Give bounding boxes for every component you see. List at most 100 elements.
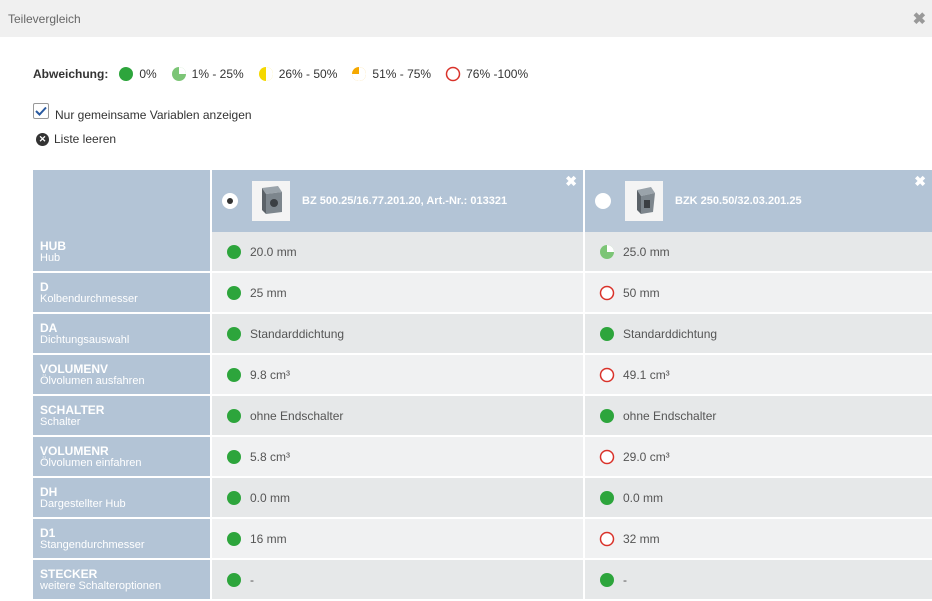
clear-icon: ✕ bbox=[36, 132, 49, 146]
variable-description: Dargestellter Hub bbox=[40, 497, 126, 510]
legend-item-label: 0% bbox=[139, 67, 157, 81]
value-cell: 16 mm bbox=[211, 518, 585, 560]
value-text: 49.1 cm³ bbox=[623, 367, 670, 382]
legend-item: 0% bbox=[118, 66, 157, 82]
variable-label-cell: D1 Stangendurchmesser bbox=[33, 518, 212, 560]
product-thumbnail bbox=[625, 181, 663, 221]
value-text: 25 mm bbox=[250, 285, 287, 300]
variable-description: Schalter bbox=[40, 415, 81, 428]
status-full-icon bbox=[227, 490, 241, 505]
status-full-icon bbox=[227, 449, 241, 464]
status-full-icon bbox=[227, 531, 241, 546]
variable-key: DH bbox=[40, 484, 58, 499]
value-cell: 5.8 cm³ bbox=[211, 436, 585, 478]
common-variables-checkbox[interactable] bbox=[33, 103, 49, 119]
status-full-icon bbox=[119, 67, 134, 81]
variable-description: Dichtungsauswahl bbox=[40, 333, 130, 346]
table-row: SCHALTER Schalter ohne Endschalter ohne End… bbox=[33, 395, 932, 437]
value-text: Standarddichtung bbox=[250, 326, 345, 341]
checkmark-icon bbox=[35, 106, 47, 116]
status-full-icon bbox=[600, 408, 614, 423]
variable-description: Ölvolumen ausfahren bbox=[40, 374, 145, 387]
variable-description: Hub bbox=[40, 251, 61, 264]
remove-product-icon[interactable]: ✖ bbox=[914, 173, 926, 190]
value-cell: 20.0 mm bbox=[211, 232, 585, 273]
variable-key: SCHALTER bbox=[40, 402, 105, 417]
legend-item-label: 51% - 75% bbox=[372, 67, 432, 81]
status-quarter-icon bbox=[171, 67, 186, 81]
variable-label-cell: HUB Hub bbox=[33, 232, 212, 273]
value-cell: ohne Endschalter bbox=[211, 395, 585, 437]
value-cell: - bbox=[211, 559, 585, 601]
value-cell: 49.1 cm³ bbox=[584, 354, 932, 396]
variable-key: VOLUMENR bbox=[40, 443, 109, 458]
legend-item-label: 1% - 25% bbox=[191, 67, 244, 81]
table-row: D1 Stangendurchmesser 16 mm 32 mm bbox=[33, 518, 932, 560]
variable-key: D bbox=[40, 279, 49, 294]
status-empty-icon bbox=[599, 449, 615, 464]
variable-description: Stangendurchmesser bbox=[40, 538, 145, 551]
value-cell: 50 mm bbox=[584, 272, 932, 314]
legend-item-label: 26% - 50% bbox=[278, 67, 338, 81]
value-text: - bbox=[250, 572, 254, 587]
value-cell: 9.8 cm³ bbox=[211, 354, 585, 396]
value-text: 29.0 cm³ bbox=[623, 449, 670, 464]
value-cell: - bbox=[584, 559, 932, 601]
variable-label-cell: SCHALTER Schalter bbox=[33, 395, 212, 437]
status-empty-icon bbox=[599, 531, 615, 546]
product-select-radio[interactable] bbox=[595, 193, 611, 209]
value-text: - bbox=[623, 572, 627, 587]
status-empty-icon bbox=[445, 66, 461, 82]
variable-label-cell: DH Dargestellter Hub bbox=[33, 477, 212, 519]
value-text: 5.8 cm³ bbox=[250, 449, 291, 464]
value-text: ohne Endschalter bbox=[250, 408, 344, 423]
variable-key: HUB bbox=[40, 238, 66, 253]
status-full-icon bbox=[227, 408, 241, 423]
status-threequarter-icon bbox=[352, 67, 367, 81]
status-empty-icon bbox=[599, 367, 615, 382]
product-header-2: BZK 250.50/32.03.201.25 ✖ bbox=[584, 170, 932, 232]
value-text: Standarddichtung bbox=[623, 326, 718, 341]
status-full-icon bbox=[600, 572, 614, 587]
close-icon[interactable]: ✖ bbox=[913, 9, 926, 29]
header-empty-cell bbox=[33, 170, 212, 232]
common-variables-label: Nur gemeinsame Variablen anzeigen bbox=[55, 108, 252, 122]
value-cell: Standarddichtung bbox=[211, 313, 585, 355]
variable-label-cell: STECKER weitere Schalteroptionen bbox=[33, 559, 212, 601]
table-row: VOLUMENV Ölvolumen ausfahren 9.8 cm³ 49.1 c… bbox=[33, 354, 932, 396]
status-full-icon bbox=[600, 326, 614, 341]
variable-label-cell: VOLUMENV Ölvolumen ausfahren bbox=[33, 354, 212, 396]
value-cell: 29.0 cm³ bbox=[584, 436, 932, 478]
product-header-1: BZ 500.25/16.77.201.20, Art.-Nr.: 013321… bbox=[211, 170, 585, 232]
value-text: 9.8 cm³ bbox=[250, 367, 291, 382]
remove-product-icon[interactable]: ✖ bbox=[565, 173, 577, 190]
product-thumbnail bbox=[252, 181, 290, 221]
status-full-icon bbox=[227, 285, 241, 300]
variable-label-cell: VOLUMENR Ölvolumen einfahren bbox=[33, 436, 212, 478]
value-text: ohne Endschalter bbox=[623, 408, 717, 423]
product-select-radio[interactable] bbox=[222, 193, 238, 209]
title-bar: Teilevergleich ✖ bbox=[0, 0, 932, 37]
status-half-icon bbox=[258, 67, 273, 81]
common-variables-option[interactable]: Nur gemeinsame Variablen anzeigen bbox=[33, 103, 252, 123]
clear-list-label: Liste leeren bbox=[54, 132, 117, 146]
product-name: BZK 250.50/32.03.201.25 bbox=[675, 195, 802, 207]
variable-description: Ölvolumen einfahren bbox=[40, 456, 142, 469]
table-row: HUB Hub 20.0 mm 25.0 mm bbox=[33, 232, 932, 273]
value-cell: 32 mm bbox=[584, 518, 932, 560]
legend-item: 76% -100% bbox=[445, 66, 528, 82]
status-full-icon bbox=[600, 490, 614, 505]
status-empty-icon bbox=[599, 285, 615, 300]
variable-label-cell: D Kolbendurchmesser bbox=[33, 272, 212, 314]
variable-description: Kolbendurchmesser bbox=[40, 292, 138, 305]
table-row: DH Dargestellter Hub 0.0 mm 0.0 mm bbox=[33, 477, 932, 519]
variable-label-cell: DA Dichtungsauswahl bbox=[33, 313, 212, 355]
variable-key: VOLUMENV bbox=[40, 361, 109, 376]
value-cell: Standarddichtung bbox=[584, 313, 932, 355]
value-text: 16 mm bbox=[250, 531, 287, 546]
variable-key: D1 bbox=[40, 525, 56, 540]
clear-list-link[interactable]: ✕ Liste leeren bbox=[36, 132, 116, 146]
value-cell: 25.0 mm bbox=[584, 232, 932, 273]
value-cell: ohne Endschalter bbox=[584, 395, 932, 437]
value-cell: 0.0 mm bbox=[211, 477, 585, 519]
